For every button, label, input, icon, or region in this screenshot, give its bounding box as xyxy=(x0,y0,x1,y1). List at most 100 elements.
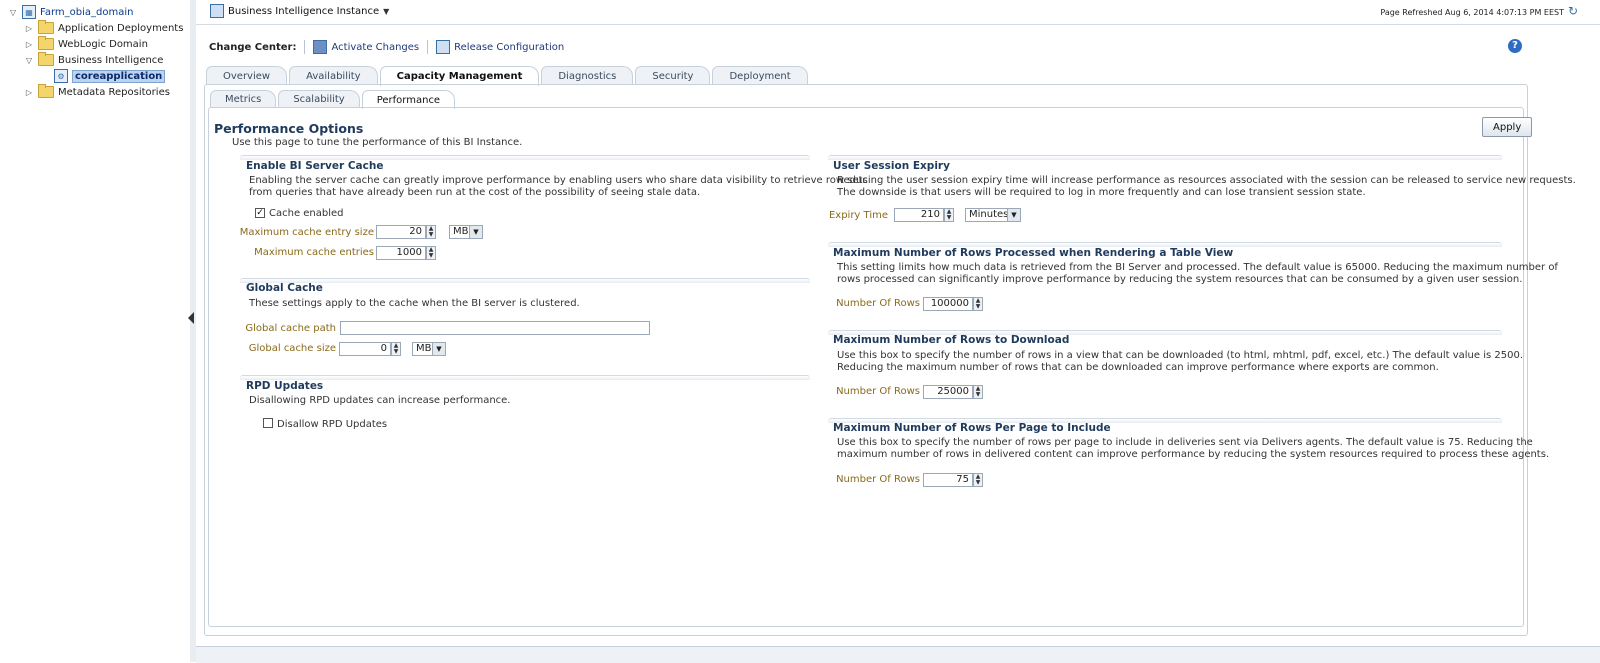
rows-per-page-label: Number Of Rows xyxy=(836,474,920,485)
tree-item-label[interactable]: WebLogic Domain xyxy=(58,39,148,50)
bi-instance-icon: ⚙ xyxy=(54,69,68,83)
instance-menu-label[interactable]: Business Intelligence Instance xyxy=(228,6,379,17)
dropdown-arrow-icon[interactable]: ▼ xyxy=(469,226,482,238)
section-header-bar xyxy=(240,375,810,380)
save-icon xyxy=(313,40,328,54)
activate-changes-label[interactable]: Activate Changes xyxy=(331,42,419,53)
spinner-arrows-icon[interactable]: ▲ ▼ xyxy=(973,473,983,487)
tab-availability[interactable]: Availability xyxy=(289,66,378,85)
release-configuration-button[interactable]: Release Configuration xyxy=(436,40,564,54)
bi-cache-description: Enabling the server cache can greatly im… xyxy=(249,175,868,199)
max-cache-entries-input[interactable]: 1000 xyxy=(376,246,426,260)
disallow-rpd-updates-checkbox[interactable] xyxy=(263,418,273,428)
rows-download-input[interactable]: 25000 xyxy=(923,385,973,399)
select-value: MB xyxy=(453,226,469,237)
spinner-arrows-icon[interactable]: ▲ ▼ xyxy=(426,246,436,260)
tree-item-metadata-repositories[interactable]: ▷ Metadata Repositories xyxy=(24,84,170,100)
desc-line: from queries that have already been run … xyxy=(249,187,701,198)
desc-line: Use this box to specify the number of ro… xyxy=(837,350,1523,361)
section-title-rows-download: Maximum Number of Rows to Download xyxy=(833,334,1070,346)
rows-download-description: Use this box to specify the number of ro… xyxy=(837,350,1523,374)
tree-item-label[interactable]: coreapplication xyxy=(72,69,166,83)
tree-item-label[interactable]: Farm_obia_domain xyxy=(40,7,133,18)
tab-capacity-management[interactable]: Capacity Management xyxy=(379,66,540,86)
tab-security[interactable]: Security xyxy=(635,66,711,85)
spinner-arrows-icon[interactable]: ▲ ▼ xyxy=(391,342,401,356)
tab-scalability[interactable]: Scalability xyxy=(278,90,360,108)
navigation-tree: ▽ ▦ Farm_obia_domain ▷ Application Deplo… xyxy=(0,0,191,662)
expiry-time-input[interactable]: 210 xyxy=(894,208,944,222)
dropdown-arrow-icon[interactable]: ▼ xyxy=(432,343,445,355)
activate-changes-button[interactable]: Activate Changes xyxy=(313,40,419,54)
max-cache-entries-label: Maximum cache entries xyxy=(254,247,374,258)
refresh-icon[interactable]: ↻ xyxy=(1568,4,1578,18)
folder-icon xyxy=(38,52,54,66)
global-cache-path-input[interactable] xyxy=(340,321,650,335)
dropdown-arrow-icon[interactable]: ▼ xyxy=(383,7,389,16)
session-expiry-description: Reducing the user session expiry time wi… xyxy=(837,175,1576,199)
section-header-bar xyxy=(240,278,810,283)
desc-line: Enabling the server cache can greatly im… xyxy=(249,175,868,186)
desc-line: This setting limits how much data is ret… xyxy=(837,262,1558,273)
rpd-description: Disallowing RPD updates can increase per… xyxy=(249,395,511,406)
tree-item-coreapplication[interactable]: ⚙ coreapplication xyxy=(54,68,166,84)
spinner-arrows-icon[interactable]: ▲ ▼ xyxy=(973,297,983,311)
tree-item-label[interactable]: Business Intelligence xyxy=(58,55,163,66)
max-cache-entry-size-input[interactable]: 20 xyxy=(376,225,426,239)
status-strip xyxy=(196,646,1600,663)
desc-line: Reducing the maximum number of rows that… xyxy=(837,362,1439,373)
tree-item-farm[interactable]: ▽ ▦ Farm_obia_domain xyxy=(8,4,133,20)
expand-down-icon[interactable]: ▽ xyxy=(24,56,34,65)
dropdown-arrow-icon[interactable]: ▼ xyxy=(1007,209,1020,221)
spinner-arrows-icon[interactable]: ▲ ▼ xyxy=(944,208,954,222)
apply-button[interactable]: Apply xyxy=(1482,117,1533,137)
release-configuration-label[interactable]: Release Configuration xyxy=(454,42,564,53)
global-cache-size-label: Global cache size xyxy=(248,343,336,354)
select-value: MB xyxy=(416,343,432,354)
tree-item-business-intelligence[interactable]: ▽ Business Intelligence xyxy=(24,52,163,68)
section-title-global-cache: Global Cache xyxy=(246,282,323,294)
change-center-label: Change Center: xyxy=(209,41,297,53)
cache-enabled-checkbox[interactable]: ✓ xyxy=(255,208,265,218)
global-cache-path-label: Global cache path xyxy=(245,323,336,334)
tree-item-label[interactable]: Application Deployments xyxy=(58,23,183,34)
max-cache-entry-size-label: Maximum cache entry size xyxy=(239,227,374,238)
tab-diagnostics[interactable]: Diagnostics xyxy=(541,66,634,85)
farm-icon: ▦ xyxy=(22,5,36,19)
tree-item-application-deployments[interactable]: ▷ Application Deployments xyxy=(24,20,183,36)
select-value: Minutes xyxy=(969,209,1009,220)
change-center-bar: Change Center: Activate Changes Release … xyxy=(209,40,564,54)
rows-per-page-input[interactable]: 75 xyxy=(923,473,973,487)
spinner-arrows-icon[interactable]: ▲ ▼ xyxy=(973,385,983,399)
spinner-arrows-icon[interactable]: ▲ ▼ xyxy=(426,225,436,239)
global-cache-size-input[interactable]: 0 xyxy=(339,342,391,356)
expand-down-icon[interactable]: ▽ xyxy=(8,8,18,17)
desc-line: Use this box to specify the number of ro… xyxy=(837,437,1533,448)
secondary-tabs: Metrics Scalability Performance xyxy=(210,90,457,109)
separator xyxy=(427,40,429,54)
tab-overview[interactable]: Overview xyxy=(206,66,288,85)
rows-table-input[interactable]: 100000 xyxy=(923,297,973,311)
tree-item-weblogic-domain[interactable]: ▷ WebLogic Domain xyxy=(24,36,148,52)
expand-right-icon[interactable]: ▷ xyxy=(24,40,34,49)
tab-deployment[interactable]: Deployment xyxy=(712,66,808,85)
desc-line: maximum number of rows in delivered cont… xyxy=(837,449,1550,460)
expiry-unit-select[interactable]: Minutes ▼ xyxy=(965,208,1021,222)
instance-menu[interactable]: Business Intelligence Instance ▼ xyxy=(210,4,389,18)
primary-tabs: Overview Availability Capacity Managemen… xyxy=(206,66,810,86)
help-icon[interactable]: ? xyxy=(1508,39,1522,53)
rows-per-page-description: Use this box to specify the number of ro… xyxy=(837,437,1549,461)
expand-right-icon[interactable]: ▷ xyxy=(24,88,34,97)
desc-line: rows processed can significantly improve… xyxy=(837,274,1523,285)
expand-right-icon[interactable]: ▷ xyxy=(24,24,34,33)
section-title-rpd-updates: RPD Updates xyxy=(246,380,324,392)
global-cache-unit-select[interactable]: MB ▼ xyxy=(412,342,446,356)
folder-icon xyxy=(38,84,54,98)
tab-metrics[interactable]: Metrics xyxy=(210,90,277,108)
collapse-left-icon[interactable] xyxy=(188,312,194,324)
cache-enabled-label: Cache enabled xyxy=(269,208,344,219)
page-refreshed-text: Page Refreshed Aug 6, 2014 4:07:13 PM EE… xyxy=(1380,8,1564,17)
expiry-time-label: Expiry Time xyxy=(828,210,888,221)
max-cache-entry-unit-select[interactable]: MB ▼ xyxy=(449,225,483,239)
tree-item-label[interactable]: Metadata Repositories xyxy=(58,87,170,98)
